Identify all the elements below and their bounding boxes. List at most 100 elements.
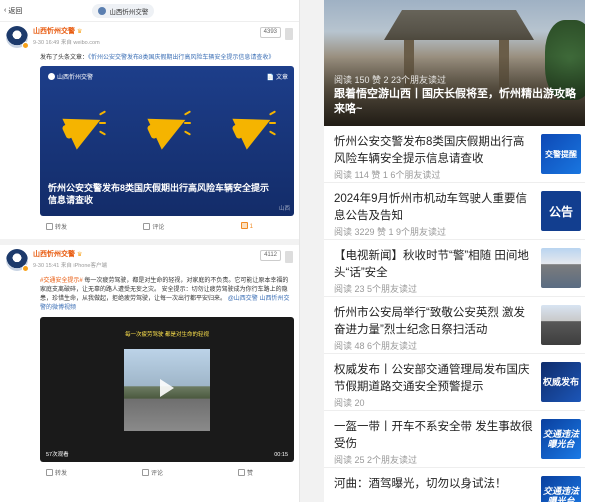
avatar[interactable] (6, 26, 29, 49)
read-count-box: 4393 (259, 27, 281, 38)
article-stats: 阅读 20 (334, 398, 365, 408)
article-item[interactable]: 河曲：酒驾曝光，切勿以身试法！ 交通违法曝光台 (324, 468, 585, 502)
thumbnail-text: 交通违法曝光台 (542, 429, 579, 449)
account-avatar-icon (98, 6, 107, 15)
avatar[interactable] (6, 249, 29, 272)
weibo-feed-panel: ‹ 返回 山西忻州交警 山西忻州交警 ♛ 9-30 16:49 来自 weibo.… (0, 0, 300, 502)
comment-icon (143, 223, 151, 230)
watermark: 山西 (278, 206, 290, 212)
article-title: 河曲：酒驾曝光，切勿以身试法！ (334, 478, 507, 490)
article-thumbnail: 交通违法曝光台 (541, 419, 581, 459)
comment-button[interactable]: 评论 (141, 468, 163, 477)
article-title: 【电视新闻】秋收时节“警”相随 田间地头“话”安全 (334, 250, 529, 279)
thumbnail-text: 交警提醒 (545, 149, 577, 159)
article-list-panel: 阅读 150 赞 2 23个朋友读过 跟着悟空游山西丨国庆长假将至，忻州精出游攻… (324, 0, 604, 502)
article-card[interactable]: 山西忻州交警 📄 文章 忻州公安交警发布8类国庆假期出行高风险车辆安全提示信息请… (40, 66, 294, 216)
hero-caption: 跟着悟空游山西丨国庆长假将至，忻州精出游攻略来咯~ (334, 88, 576, 115)
article-stats: 阅读 25 2个朋友读过 (334, 455, 418, 465)
article-item[interactable]: 2024年9月忻州市机动车驾驶人重要信息公告及告知 阅读 3229 赞 1 9个… (324, 183, 585, 240)
hero-article[interactable]: 阅读 150 赞 2 23个朋友读过 跟着悟空游山西丨国庆长假将至，忻州精出游攻… (324, 0, 585, 126)
post-actions: 转发 评论 1 (6, 216, 293, 235)
verified-badge-icon (22, 42, 29, 49)
weibo-post-1: 山西忻州交警 ♛ 9-30 16:49 来自 weibo.com 4393 发布了… (0, 22, 299, 239)
play-icon[interactable] (160, 379, 174, 397)
read-count: 4112 (264, 252, 277, 258)
video-views: 57次观看 (46, 452, 69, 458)
hashtag-link[interactable]: #交通安全提示# (40, 278, 83, 284)
article-item[interactable]: 权威发布丨公安部交通管理局发布国庆节假期道路交通安全预警提示 阅读 20 权威发… (324, 354, 585, 411)
back-label: 返回 (8, 7, 23, 15)
article-item[interactable]: 一盔一带丨开车不系安全带 发生事故很受伤 阅读 25 2个朋友读过 交通违法曝光… (324, 411, 585, 468)
page: ‹ 返回 山西忻州交警 山西忻州交警 ♛ 9-30 16:49 来自 weibo.… (0, 0, 604, 502)
more-options-icon[interactable] (285, 251, 293, 263)
repost-icon (46, 223, 53, 230)
repost-button[interactable]: 转发 (46, 222, 67, 231)
article-link[interactable]: 《忻州公安交警发布8类国庆假期出行高风险车辆安全提示信息请查收》 (88, 55, 274, 61)
card-source: 山西忻州交警 (48, 72, 93, 81)
article-title: 权威发布丨公安部交通管理局发布国庆节假期道路交通安全预警提示 (334, 364, 530, 393)
article-title: 2024年9月忻州市机动车驾驶人重要信息公告及告知 (334, 193, 527, 222)
post-time: 9-30 15:41 来自 iPhone客户端 (33, 263, 107, 269)
comment-icon (141, 469, 149, 476)
video-player[interactable]: 每一次疲劳驾驶 都是对生命的轻视 57次观看 00:15 (40, 317, 294, 462)
article-thumbnail (541, 248, 581, 288)
megaphone-icon (143, 104, 193, 150)
hero-stats: 阅读 150 赞 2 23个朋友读过 (334, 75, 447, 85)
article-stats: 阅读 48 6个朋友读过 (334, 341, 418, 351)
account-chip[interactable]: 山西忻州交警 (92, 3, 155, 18)
repost-button[interactable]: 转发 (46, 468, 67, 477)
article-title: 忻州公安交警发布8类国庆假期出行高风险车辆安全提示信息请查收 (334, 136, 525, 165)
mention-link[interactable]: @山西交警 (228, 296, 258, 302)
back-button[interactable]: ‹ 返回 (4, 6, 22, 16)
article-thumbnail (541, 305, 581, 345)
post-text-prefix: 发布了头条文章： (40, 55, 89, 61)
thumb-up-icon (240, 222, 248, 229)
chevron-left-icon: ‹ (4, 7, 7, 14)
article-item[interactable]: 【电视新闻】秋收时节“警”相随 田间地头“话”安全 阅读 23 5个朋友读过 (324, 240, 585, 297)
article-stats: 阅读 3229 赞 1 9个朋友读过 (334, 227, 447, 237)
thumbnail-text: 公告 (548, 204, 573, 219)
top-bar: ‹ 返回 山西忻州交警 (0, 0, 299, 22)
megaphone-icon (228, 104, 278, 150)
article-item[interactable]: 忻州市公安局举行“致敬公安英烈 激发奋进力量”烈士纪念日祭扫活动 阅读 48 6… (324, 297, 585, 354)
article-stats: 阅读 114 赞 1 6个朋友读过 (334, 170, 441, 180)
verified-badge-icon (22, 265, 29, 272)
article-title: 一盔一带丨开车不系安全带 发生事故很受伤 (334, 421, 533, 450)
post-author[interactable]: 山西忻州交警 ♛ (33, 249, 107, 259)
megaphone-illustration (40, 104, 294, 150)
article-thumbnail: 交通违法曝光台 (541, 476, 581, 502)
article-tag: 📄 文章 (266, 75, 288, 81)
read-count-box: 4112 (260, 250, 281, 261)
vip-badge-icon: ♛ (77, 252, 83, 258)
thumb-up-icon (237, 469, 245, 476)
account-chip-label: 山西忻州交警 (109, 8, 149, 16)
post-text: #交通安全提示# 每一次疲劳驾驶，都是对生命的轻视，对家庭的不负责。它可能让原本… (40, 277, 293, 313)
vip-badge-icon: ♛ (77, 29, 83, 35)
comment-button[interactable]: 评论 (143, 222, 164, 231)
post-text: 发布了头条文章：《忻州公安交警发布8类国庆假期出行高风险车辆安全提示信息请查收》 (40, 54, 293, 63)
article-stats: 阅读 23 5个朋友读过 (334, 284, 418, 294)
article-item[interactable]: 忻州公安交警发布8类国庆假期出行高风险车辆安全提示信息请查收 阅读 114 赞 … (324, 126, 585, 183)
read-count: 4393 (263, 29, 277, 35)
post-time: 9-30 16:49 来自 weibo.com (33, 40, 100, 46)
article-thumbnail: 权威发布 (541, 362, 581, 402)
megaphone-icon (58, 104, 108, 150)
post-author[interactable]: 山西忻州交警 ♛ (33, 26, 100, 36)
article-thumbnail: 交警提醒 (541, 134, 581, 174)
thumbnail-text: 交通违法曝光台 (542, 486, 579, 502)
card-title: 忻州公安交警发布8类国庆假期出行高风险车辆安全提示信息请查收 (48, 183, 270, 205)
video-duration: 00:15 (274, 452, 288, 458)
post-actions: 转发 评论 赞 (6, 462, 293, 481)
like-button[interactable]: 1 (240, 222, 253, 231)
article-title: 忻州市公安局举行“致敬公安英烈 激发奋进力量”烈士纪念日祭扫活动 (334, 307, 526, 336)
repost-icon (46, 469, 53, 476)
article-thumbnail: 公告 (541, 191, 581, 231)
post-header: 山西忻州交警 ♛ 9-30 15:41 来自 iPhone客户端 (6, 249, 293, 275)
like-button[interactable]: 赞 (237, 468, 253, 477)
more-options-icon[interactable] (285, 28, 293, 40)
temple-roof (384, 10, 534, 40)
post-header: 山西忻州交警 ♛ 9-30 16:49 来自 weibo.com (6, 26, 293, 52)
video-banner: 每一次疲劳驾驶 都是对生命的轻视 (124, 332, 210, 338)
thumbnail-text: 权威发布 (542, 377, 579, 387)
weibo-post-2: 山西忻州交警 ♛ 9-30 15:41 来自 iPhone客户端 4112 #交通… (0, 245, 299, 485)
